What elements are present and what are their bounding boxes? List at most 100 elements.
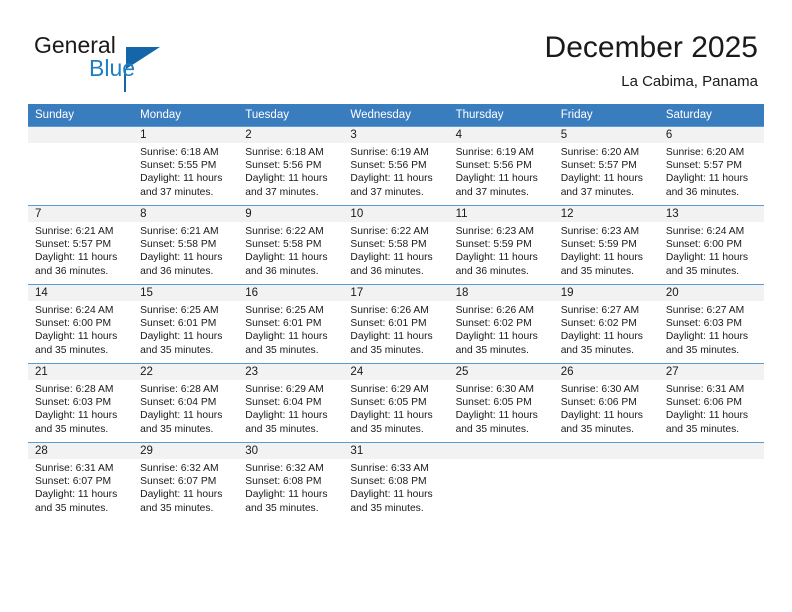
calendar-day-cell[interactable]: 22 Sunrise: 6:28 AM Sunset: 6:04 PM Dayligh… (133, 363, 239, 443)
daylight-text-line1: Daylight: 11 hours (140, 331, 223, 343)
day-number: 14 (28, 285, 134, 301)
day-details: Sunrise: 6:21 AM Sunset: 5:57 PM Daylight:… (28, 222, 133, 278)
day-number: 8 (133, 206, 239, 222)
day-details: Sunrise: 6:26 AM Sunset: 6:02 PM Daylight:… (449, 301, 554, 357)
calendar-day-cell[interactable]: 11 Sunrise: 6:23 AM Sunset: 5:59 PM Dayligh… (448, 205, 554, 285)
daylight-text-line1: Daylight: 11 hours (455, 173, 538, 185)
calendar-day-cell[interactable]: 30 Sunrise: 6:32 AM Sunset: 6:08 PM Dayligh… (238, 442, 344, 521)
daylight-text-line2: and 36 minutes. (140, 265, 214, 277)
day-details: Sunrise: 6:32 AM Sunset: 6:08 PM Daylight:… (238, 459, 343, 515)
calendar-day-cell[interactable]: 3 Sunrise: 6:19 AM Sunset: 5:56 PM Daylight… (343, 126, 449, 206)
calendar-day-cell[interactable]: 31 Sunrise: 6:33 AM Sunset: 6:08 PM Dayligh… (343, 442, 449, 521)
sunset-text: Sunset: 5:57 PM (665, 160, 742, 172)
sunset-text: Sunset: 6:00 PM (35, 318, 112, 330)
daylight-text-line1: Daylight: 11 hours (35, 331, 118, 343)
calendar-cell-inner: 21 Sunrise: 6:28 AM Sunset: 6:03 PM Dayligh… (28, 364, 134, 442)
general-blue-logo[interactable]: General Blue (34, 33, 264, 93)
calendar-day-cell[interactable]: 10 Sunrise: 6:22 AM Sunset: 5:58 PM Dayligh… (343, 205, 449, 285)
calendar-day-cell[interactable]: 5 Sunrise: 6:20 AM Sunset: 5:57 PM Daylight… (553, 126, 659, 206)
calendar-body: 1 Sunrise: 6:18 AM Sunset: 5:55 PM Daylight… (28, 126, 764, 521)
calendar-cell-inner: 2 Sunrise: 6:18 AM Sunset: 5:56 PM Daylight… (238, 127, 344, 205)
daylight-text-line1: Daylight: 11 hours (665, 252, 749, 264)
calendar-day-cell[interactable]: 17 Sunrise: 6:26 AM Sunset: 6:01 PM Dayligh… (343, 284, 449, 364)
day-number (553, 443, 659, 459)
calendar-cell-inner: 29 Sunrise: 6:32 AM Sunset: 6:07 PM Dayligh… (133, 443, 239, 521)
day-details: Sunrise: 6:23 AM Sunset: 5:59 PM Daylight:… (449, 222, 554, 278)
calendar-day-cell[interactable]: 27 Sunrise: 6:31 AM Sunset: 6:06 PM Dayligh… (658, 363, 764, 443)
day-details: Sunrise: 6:30 AM Sunset: 6:05 PM Daylight:… (449, 380, 554, 436)
sunrise-text: Sunrise: 6:28 AM (140, 384, 219, 395)
calendar-day-cell[interactable]: 15 Sunrise: 6:25 AM Sunset: 6:01 PM Dayligh… (133, 284, 239, 364)
weekday-header-saturday: Saturday (658, 104, 764, 127)
day-number: 5 (553, 127, 659, 143)
sunset-text: Sunset: 5:58 PM (245, 239, 322, 251)
calendar-day-cell[interactable]: 12 Sunrise: 6:23 AM Sunset: 5:59 PM Dayligh… (553, 205, 659, 285)
sunset-text: Sunset: 5:59 PM (455, 239, 532, 251)
day-number: 25 (448, 364, 554, 380)
calendar-day-cell[interactable]: 1 Sunrise: 6:18 AM Sunset: 5:55 PM Daylight… (133, 126, 239, 206)
calendar-cell-inner: 14 Sunrise: 6:24 AM Sunset: 6:00 PM Dayligh… (28, 285, 134, 363)
calendar-cell-empty (448, 442, 554, 521)
calendar-day-cell[interactable]: 24 Sunrise: 6:29 AM Sunset: 6:05 PM Dayligh… (343, 363, 449, 443)
calendar-day-cell[interactable]: 9 Sunrise: 6:22 AM Sunset: 5:58 PM Daylight… (238, 205, 344, 285)
calendar-day-cell[interactable]: 19 Sunrise: 6:27 AM Sunset: 6:02 PM Dayligh… (553, 284, 659, 364)
daylight-text-line2: and 35 minutes. (665, 423, 740, 435)
day-number: 1 (133, 127, 239, 143)
day-details: Sunrise: 6:19 AM Sunset: 5:56 PM Daylight:… (343, 143, 448, 199)
calendar-day-cell[interactable]: 26 Sunrise: 6:30 AM Sunset: 6:06 PM Dayligh… (553, 363, 659, 443)
calendar-day-cell[interactable]: 25 Sunrise: 6:30 AM Sunset: 6:05 PM Dayligh… (448, 363, 554, 443)
day-details: Sunrise: 6:31 AM Sunset: 6:07 PM Daylight:… (28, 459, 133, 515)
calendar-cell-inner: 20 Sunrise: 6:27 AM Sunset: 6:03 PM Dayligh… (658, 285, 764, 363)
day-number: 18 (448, 285, 554, 301)
sunset-text: Sunset: 6:05 PM (350, 397, 427, 409)
sunset-text: Sunset: 6:08 PM (350, 476, 427, 488)
calendar-day-cell[interactable]: 4 Sunrise: 6:19 AM Sunset: 5:56 PM Daylight… (448, 126, 554, 206)
sunrise-text: Sunrise: 6:26 AM (455, 305, 534, 316)
day-number: 12 (553, 206, 659, 222)
day-details: Sunrise: 6:18 AM Sunset: 5:56 PM Daylight:… (238, 143, 343, 199)
calendar-day-cell[interactable]: 20 Sunrise: 6:27 AM Sunset: 6:03 PM Dayligh… (658, 284, 764, 364)
sunrise-text: Sunrise: 6:18 AM (140, 147, 219, 158)
calendar-day-cell[interactable]: 14 Sunrise: 6:24 AM Sunset: 6:00 PM Dayligh… (28, 284, 134, 364)
sunset-text: Sunset: 6:00 PM (665, 239, 742, 251)
daylight-text-line1: Daylight: 11 hours (350, 489, 433, 501)
sunset-text: Sunset: 6:06 PM (665, 397, 742, 409)
daylight-text-line2: and 35 minutes. (35, 423, 109, 435)
daylight-text-line2: and 35 minutes. (560, 344, 634, 356)
calendar-day-cell[interactable]: 16 Sunrise: 6:25 AM Sunset: 6:01 PM Dayligh… (238, 284, 344, 364)
day-details: Sunrise: 6:24 AM Sunset: 6:00 PM Daylight:… (28, 301, 133, 357)
calendar-day-cell[interactable]: 13 Sunrise: 6:24 AM Sunset: 6:00 PM Dayligh… (658, 205, 764, 285)
calendar-day-cell[interactable]: 18 Sunrise: 6:26 AM Sunset: 6:02 PM Dayligh… (448, 284, 554, 364)
day-number: 13 (658, 206, 764, 222)
day-details: Sunrise: 6:27 AM Sunset: 6:02 PM Daylight:… (554, 301, 659, 357)
calendar-cell-inner: 27 Sunrise: 6:31 AM Sunset: 6:06 PM Dayligh… (658, 364, 764, 442)
sunrise-text: Sunrise: 6:27 AM (665, 305, 745, 316)
day-number: 28 (28, 443, 134, 459)
calendar-cell-inner: 30 Sunrise: 6:32 AM Sunset: 6:08 PM Dayligh… (238, 443, 344, 521)
day-number: 10 (343, 206, 449, 222)
day-number (28, 127, 134, 143)
sunrise-text: Sunrise: 6:30 AM (560, 384, 640, 395)
sunset-text: Sunset: 6:07 PM (140, 476, 217, 488)
sunset-text: Sunset: 6:05 PM (455, 397, 532, 409)
day-details: Sunrise: 6:30 AM Sunset: 6:06 PM Daylight:… (554, 380, 659, 436)
calendar-day-cell[interactable]: 21 Sunrise: 6:28 AM Sunset: 6:03 PM Dayligh… (28, 363, 134, 443)
calendar-day-cell[interactable]: 2 Sunrise: 6:18 AM Sunset: 5:56 PM Daylight… (238, 126, 344, 206)
calendar-day-cell[interactable]: 7 Sunrise: 6:21 AM Sunset: 5:57 PM Daylight… (28, 205, 134, 285)
daylight-text-line1: Daylight: 11 hours (455, 410, 538, 422)
calendar-day-cell[interactable]: 23 Sunrise: 6:29 AM Sunset: 6:04 PM Dayligh… (238, 363, 344, 443)
calendar-day-cell[interactable]: 29 Sunrise: 6:32 AM Sunset: 6:07 PM Dayligh… (133, 442, 239, 521)
calendar-cell-inner: 28 Sunrise: 6:31 AM Sunset: 6:07 PM Dayligh… (28, 443, 134, 521)
daylight-text-line1: Daylight: 11 hours (350, 173, 433, 185)
sunset-text: Sunset: 5:56 PM (245, 160, 322, 172)
day-details: Sunrise: 6:28 AM Sunset: 6:03 PM Daylight:… (28, 380, 133, 436)
calendar-day-cell[interactable]: 8 Sunrise: 6:21 AM Sunset: 5:58 PM Daylight… (133, 205, 239, 285)
calendar-day-cell[interactable]: 28 Sunrise: 6:31 AM Sunset: 6:07 PM Dayligh… (28, 442, 134, 521)
sunset-text: Sunset: 6:04 PM (245, 397, 322, 409)
sunset-text: Sunset: 5:57 PM (35, 239, 112, 251)
page-subtitle: La Cabima, Panama (621, 73, 758, 90)
day-number: 27 (658, 364, 764, 380)
calendar-day-cell[interactable]: 6 Sunrise: 6:20 AM Sunset: 5:57 PM Daylight… (658, 126, 764, 206)
calendar-grid: Sunday Monday Tuesday Wednesday Thursday… (28, 104, 764, 521)
calendar-cell-inner: 22 Sunrise: 6:28 AM Sunset: 6:04 PM Dayligh… (133, 364, 239, 442)
